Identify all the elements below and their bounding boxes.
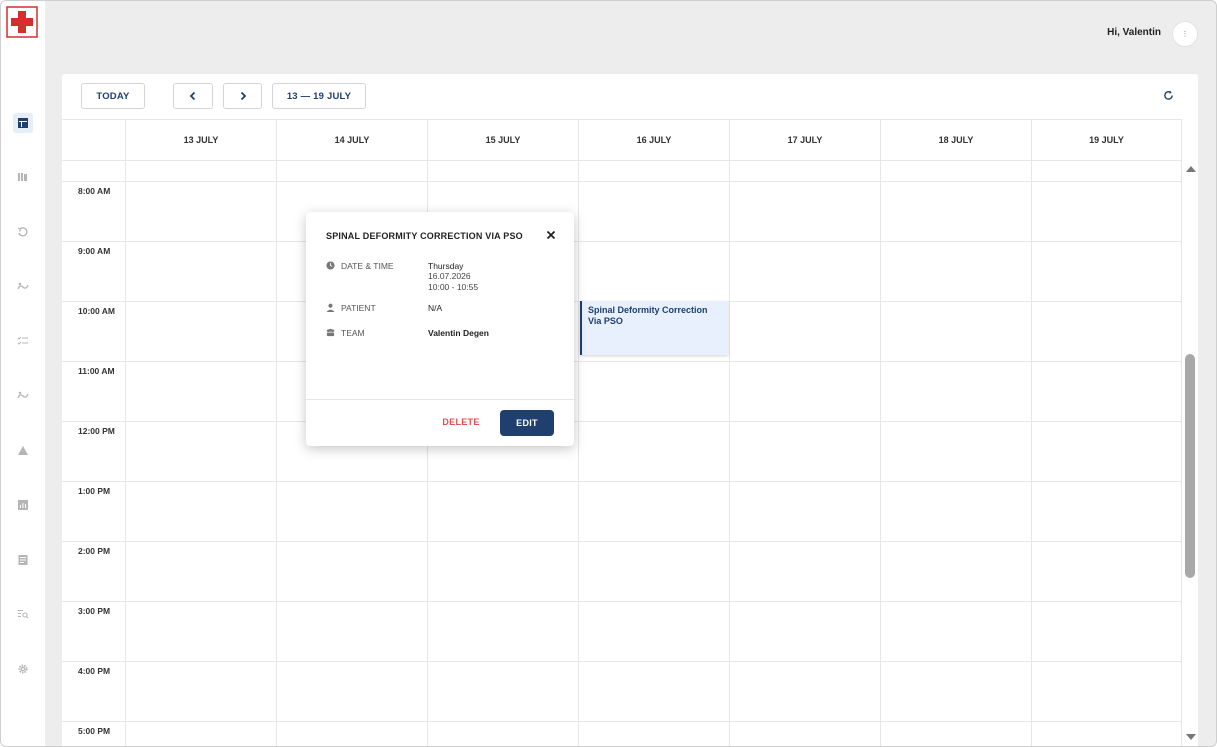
settings-icon[interactable] [13, 659, 33, 679]
chevron-right-icon [240, 91, 246, 101]
header-divider [62, 160, 1182, 161]
edit-button[interactable]: EDIT [500, 410, 554, 436]
time-label: 9:00 AM [78, 246, 111, 256]
hour-line [62, 601, 1182, 602]
chevron-left-icon [189, 91, 196, 101]
calendar-card: TODAY 13 — 19 JULY 13 JULY 14 JULY 15 JU… [62, 74, 1198, 746]
time-label: 3:00 PM [78, 606, 111, 616]
time-label: 11:00 AM [78, 366, 115, 376]
hour-line [62, 541, 1182, 542]
date-time-label: DATE & TIME [341, 261, 394, 271]
close-icon[interactable] [546, 230, 556, 240]
hour-line [62, 241, 1182, 242]
date-value: 16.07.2026 [428, 271, 471, 281]
delete-button[interactable]: DELETE [436, 411, 486, 433]
patient-value: N/A [428, 303, 443, 313]
time-label: 1:00 PM [78, 486, 111, 496]
team-icon [326, 328, 335, 337]
previous-week-button[interactable] [173, 83, 213, 109]
avatar[interactable]: ⋮ [1172, 21, 1198, 47]
document-icon[interactable] [13, 550, 33, 570]
hour-line [62, 181, 1182, 182]
hour-line [62, 361, 1182, 362]
person-icon [326, 303, 335, 312]
clock-icon [326, 261, 335, 270]
hour-line [62, 721, 1182, 722]
time-value: 10:00 - 10:55 [428, 282, 479, 292]
week-grid: 13 JULY 14 JULY 15 JULY 16 JULY 17 JULY … [62, 119, 1182, 746]
day-header: 14 JULY [276, 120, 427, 160]
procedures-icon[interactable] [13, 277, 33, 297]
column-line [578, 161, 579, 746]
event-details-popup: SPINAL DEFORMITY CORRECTION VIA PSO DATE… [306, 212, 574, 446]
library-icon[interactable] [13, 167, 33, 187]
team-value: Valentin Degen [428, 328, 489, 338]
time-label: 4:00 PM [78, 666, 111, 676]
column-line [276, 161, 277, 746]
scroll-down-icon[interactable] [1186, 734, 1196, 740]
hour-line [62, 421, 1182, 422]
date-day: Thursday [428, 261, 464, 271]
warning-icon[interactable] [13, 441, 33, 461]
day-header: 15 JULY [427, 120, 578, 160]
today-button[interactable]: TODAY [81, 83, 145, 109]
day-header: 19 JULY [1031, 120, 1182, 160]
calendar-event[interactable]: Spinal Deformity Correction Via PSO [580, 301, 728, 355]
day-header: 17 JULY [729, 120, 880, 160]
patient-label: PATIENT [341, 303, 376, 313]
hour-line [62, 481, 1182, 482]
date-range-button[interactable]: 13 — 19 JULY [272, 83, 366, 109]
day-header: 16 JULY [578, 120, 729, 160]
user-greeting: Hi, Valentin [1107, 27, 1161, 38]
time-label: 5:00 PM [78, 726, 111, 736]
day-header: 13 JULY [125, 120, 276, 160]
day-header: 18 JULY [880, 120, 1031, 160]
refresh-icon[interactable] [1161, 88, 1175, 102]
avatar-icon: ⋮ [1181, 31, 1189, 38]
column-line [880, 161, 881, 746]
checklist-icon[interactable] [13, 331, 33, 351]
medical-cross-logo[interactable] [6, 6, 38, 38]
popup-title: SPINAL DEFORMITY CORRECTION VIA PSO [326, 231, 523, 241]
app-window: Hi, Valentin ⋮ TODAY 13 — 19 JULY 13 JUL… [0, 0, 1217, 747]
column-line [729, 161, 730, 746]
time-label: 10:00 AM [78, 306, 116, 316]
time-label: 2:00 PM [78, 546, 111, 556]
scroll-up-icon[interactable] [1186, 166, 1196, 172]
analytics-icon[interactable] [13, 495, 33, 515]
procedures-alt-icon[interactable] [13, 386, 33, 406]
history-icon[interactable] [13, 222, 33, 242]
column-line [125, 161, 126, 746]
time-label: 8:00 AM [78, 186, 111, 196]
scroll-thumb[interactable] [1185, 354, 1195, 578]
column-line [1031, 161, 1032, 746]
sidebar [1, 1, 45, 746]
hour-line [62, 661, 1182, 662]
vertical-scrollbar[interactable] [1182, 162, 1198, 746]
search-list-icon[interactable] [13, 604, 33, 624]
team-label: TEAM [341, 328, 365, 338]
time-label: 12:00 PM [78, 426, 115, 436]
popup-divider [306, 399, 574, 400]
next-week-button[interactable] [223, 83, 262, 109]
calendar-icon[interactable] [13, 113, 33, 133]
